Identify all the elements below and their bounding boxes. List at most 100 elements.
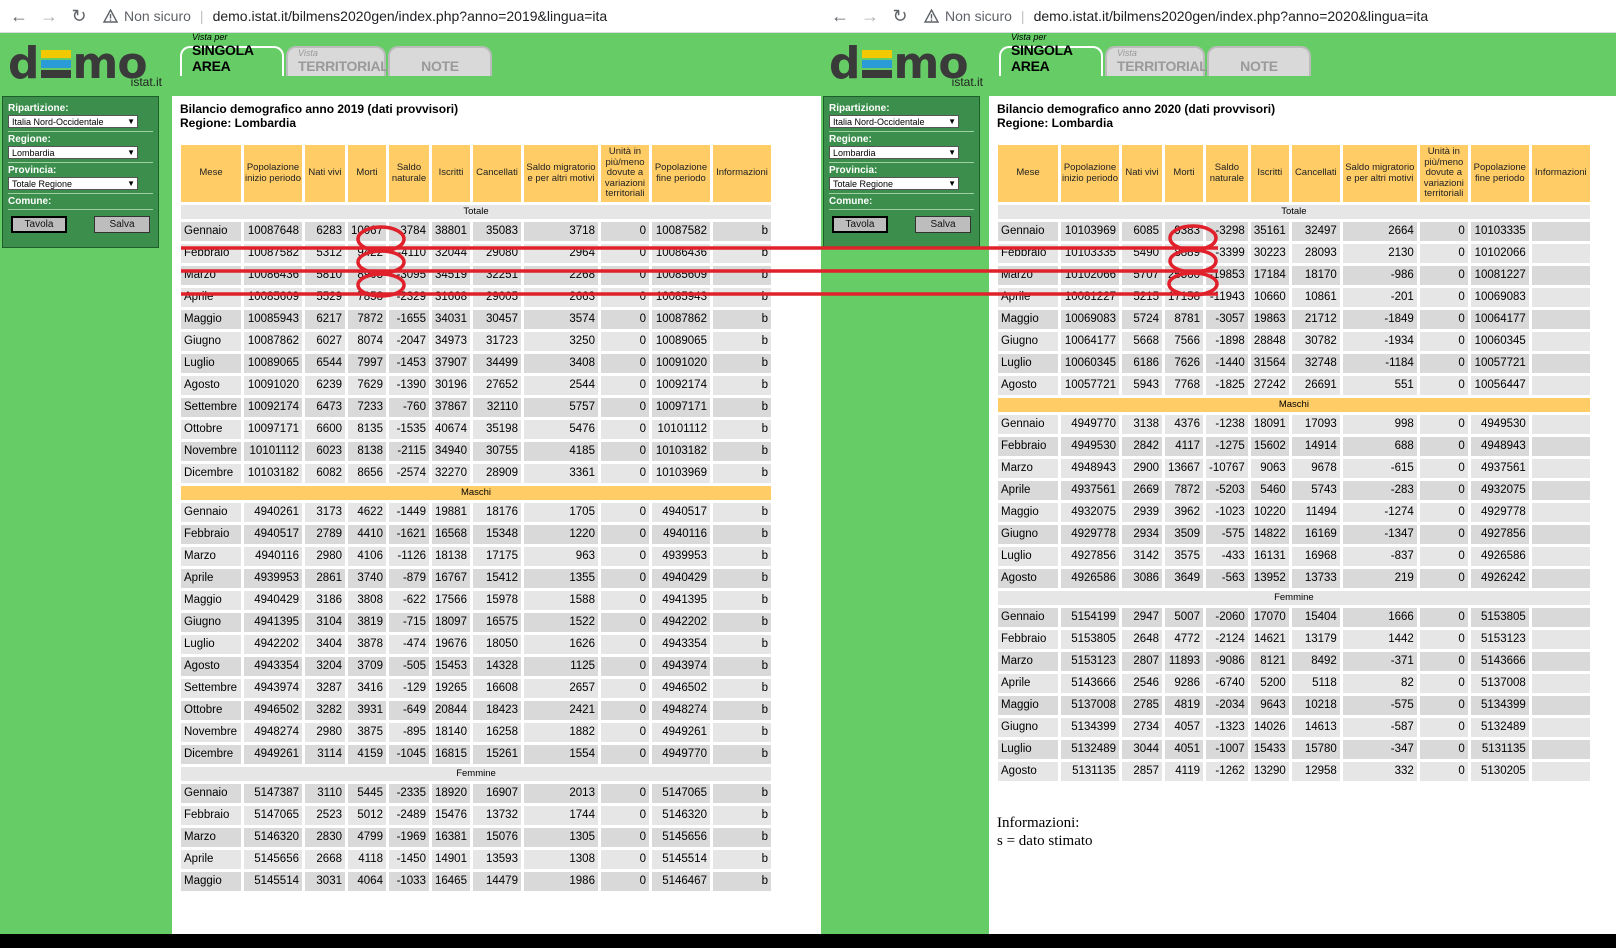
provincia-select[interactable]: Totale Regione ▼ — [829, 177, 959, 190]
month-cell: Febbraio — [998, 244, 1058, 263]
month-cell: Agosto — [998, 376, 1058, 395]
regione-select[interactable]: Lombardia ▼ — [8, 146, 138, 159]
table-cell: 35161 — [1250, 222, 1289, 241]
tab-territoriale[interactable]: Vista TERRITORIALE — [1105, 46, 1217, 76]
table-row: Febbraio 10087582 5312 9422 -4110 32044 29080 2… — [181, 244, 771, 263]
table-cell: 5131135 — [1061, 762, 1119, 781]
table-cell: 998 — [1342, 415, 1417, 434]
month-cell: Novembre — [181, 442, 241, 461]
tab-note[interactable]: NOTE — [388, 46, 492, 76]
table-cell: 4948943 — [1061, 459, 1119, 478]
back-arrow-icon[interactable]: ← — [8, 5, 30, 27]
table-cell: 5146467 — [651, 872, 710, 891]
month-cell: Luglio — [998, 354, 1058, 373]
table-cell: 10069083 — [1470, 288, 1529, 307]
table-row: Aprile 4939953 2861 3740 -879 16767 15412 1355 0… — [181, 569, 771, 588]
table-cell: 2807 — [1122, 652, 1162, 671]
table-cell: 3740 — [348, 569, 386, 588]
table-cell: 82 — [1342, 674, 1417, 693]
security-label[interactable]: Non sicuro — [945, 8, 1012, 24]
table-cell: 10097171 — [244, 420, 302, 439]
tab-note[interactable]: NOTE — [1207, 46, 1311, 76]
salva-button[interactable]: Salva — [915, 216, 971, 233]
table-cell: 1626 — [523, 635, 598, 654]
table-cell: -6740 — [1205, 674, 1248, 693]
regione-select[interactable]: Lombardia ▼ — [829, 146, 959, 159]
table-cell: 7997 — [348, 354, 386, 373]
table-cell: 2657 — [523, 679, 598, 698]
table-cell: 4946502 — [651, 679, 710, 698]
table-cell: 0 — [1419, 266, 1468, 285]
url-text[interactable]: demo.istat.it/bilmens2020gen/index.php?a… — [1034, 8, 1429, 24]
table-cell: 37907 — [431, 354, 470, 373]
provincia-select[interactable]: Totale Regione ▼ — [8, 177, 138, 190]
table-cell: -1238 — [1205, 415, 1248, 434]
screenshot-stage: { "browser_left": { "security_text": "No… — [0, 0, 1616, 948]
table-cell: 15348 — [472, 525, 521, 544]
table-cell: 1220 — [523, 525, 598, 544]
tab-singola-area[interactable]: Vista per SINGOLA AREA — [180, 32, 284, 76]
tavola-button[interactable]: Tavola — [832, 216, 888, 233]
table-cell: 7566 — [1165, 332, 1203, 351]
table-cell: 4941395 — [244, 613, 302, 632]
table-cell: 10067 — [348, 222, 386, 241]
security-label[interactable]: Non sicuro — [124, 8, 191, 24]
table-cell: 4948274 — [244, 723, 302, 742]
table-row: Agosto 4943354 3204 3709 -505 15453 14328 1125 0… — [181, 657, 771, 676]
table-cell: 17158 — [1165, 288, 1203, 307]
warning-triangle-icon[interactable] — [102, 8, 118, 24]
tab-singola-area[interactable]: Vista per SINGOLA AREA — [999, 32, 1103, 76]
table-cell: 5445 — [348, 784, 386, 803]
table-cell: -1126 — [388, 547, 429, 566]
table-cell: 5529 — [305, 288, 345, 307]
table-cell: b — [712, 222, 771, 241]
table-cell: 4932075 — [1470, 481, 1529, 500]
table-cell: 6283 — [305, 222, 345, 241]
warning-triangle-icon[interactable] — [923, 8, 939, 24]
table-cell: 18170 — [1291, 266, 1340, 285]
back-arrow-icon[interactable]: ← — [829, 5, 851, 27]
table-cell: 0 — [600, 806, 649, 825]
salva-button[interactable]: Salva — [94, 216, 150, 233]
table-cell: 5007 — [1165, 608, 1203, 627]
table-cell: -1825 — [1205, 376, 1248, 395]
table-cell: 0 — [600, 635, 649, 654]
table-cell: 9383 — [1165, 222, 1203, 241]
table-cell: 29080 — [472, 244, 521, 263]
ripartizione-select[interactable]: Italia Nord-Occidentale ▼ — [829, 115, 959, 128]
table-cell: 688 — [1342, 437, 1417, 456]
table-cell: 4929778 — [1061, 525, 1119, 544]
right-browser-window: ← → ↻ Non sicuro | demo.istat.it/bilmens… — [821, 0, 1616, 934]
table-cell: 15261 — [472, 745, 521, 764]
table-cell: -10767 — [1205, 459, 1248, 478]
table-cell: 31723 — [472, 332, 521, 351]
reload-icon[interactable]: ↻ — [68, 5, 90, 27]
table-row: Marzo 10086436 5810 8905 -3095 34519 32251 2268… — [181, 266, 771, 285]
month-cell: Gennaio — [998, 222, 1058, 241]
table-cell: 4942202 — [651, 613, 710, 632]
table-cell: 5476 — [523, 420, 598, 439]
column-header: Unità in più/meno dovute a variazioni te… — [600, 145, 649, 202]
table-row: Luglio 5132489 3044 4051 -1007 15433 15780 -347… — [998, 740, 1590, 759]
url-text[interactable]: demo.istat.it/bilmens2020gen/index.php?a… — [213, 8, 608, 24]
table-cell: b — [712, 591, 771, 610]
table-cell: b — [712, 398, 771, 417]
table-cell: 0 — [600, 850, 649, 869]
table-cell: -474 — [388, 635, 429, 654]
month-cell: Marzo — [181, 547, 241, 566]
tavola-button[interactable]: Tavola — [11, 216, 67, 233]
table-cell: 4926242 — [1470, 569, 1529, 588]
demo-istat-logo[interactable]: d mo istat.it — [8, 38, 168, 93]
table-cell: 4940429 — [244, 591, 302, 610]
tab-territoriale[interactable]: Vista TERRITORIALE — [286, 46, 398, 76]
month-cell: Aprile — [181, 569, 241, 588]
table-cell: 14621 — [1250, 630, 1289, 649]
forward-arrow-icon[interactable]: → — [859, 5, 881, 27]
forward-arrow-icon[interactable]: → — [38, 5, 60, 27]
table-cell: b — [712, 244, 771, 263]
demo-istat-logo[interactable]: d mo istat.it — [829, 38, 989, 93]
ripartizione-select[interactable]: Italia Nord-Occidentale ▼ — [8, 115, 138, 128]
table-cell: 4929778 — [1470, 503, 1529, 522]
reload-icon[interactable]: ↻ — [889, 5, 911, 27]
table-cell: 20844 — [431, 701, 470, 720]
